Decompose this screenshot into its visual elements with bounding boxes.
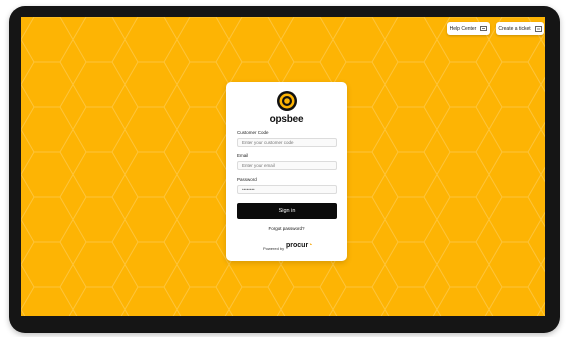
email-label: Email <box>237 153 249 158</box>
create-ticket-label: Create a ticket <box>498 25 531 32</box>
chat-icon <box>480 25 488 31</box>
login-card: opsbee Customer Code Email Password Sign… <box>226 82 347 261</box>
forgot-password-link[interactable]: Forgot password? <box>226 226 347 231</box>
target-icon <box>275 89 299 113</box>
password-label: Password <box>237 177 257 182</box>
customer-code-label: Customer Code <box>237 130 269 135</box>
procur-logo-text: procur <box>286 242 309 249</box>
email-input[interactable] <box>237 161 337 170</box>
procur-logo-mark: ◔ <box>308 242 313 249</box>
login-screen: Help Center Create a ticket opsbee Custo… <box>21 17 545 316</box>
powered-by-label: Powered by <box>263 246 285 251</box>
create-ticket-button[interactable]: Create a ticket <box>496 22 544 35</box>
help-center-button[interactable]: Help Center <box>447 22 490 35</box>
customer-code-input[interactable] <box>237 138 337 147</box>
password-input[interactable] <box>237 185 337 194</box>
procur-logo: procur◔ <box>286 242 312 249</box>
help-center-label: Help Center <box>449 25 477 32</box>
sign-in-button[interactable]: Sign in <box>237 203 337 219</box>
brand-name: opsbee <box>269 114 304 125</box>
ticket-icon <box>534 25 542 32</box>
